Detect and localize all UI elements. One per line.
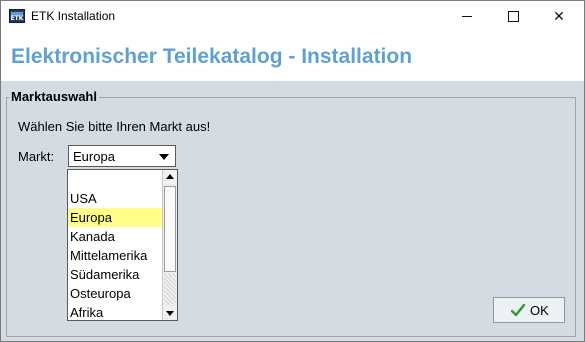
list-item-europa[interactable]: Europa [68,208,163,227]
list-item-suedamerika[interactable]: Südamerika [68,265,163,284]
list-item-afrika[interactable]: Afrika [68,303,163,322]
minimize-button[interactable] [444,1,490,31]
close-icon: ✕ [553,8,565,24]
scrollbar-thumb[interactable] [164,186,176,272]
scrollbar-track[interactable] [164,274,176,304]
scroll-down-button[interactable] [163,306,177,320]
installer-window: ETK ETK Installation ✕ Elektronischer Te… [0,0,585,342]
page-title: Elektronischer Teilekatalog - Installati… [11,45,413,68]
instruction-text: Wählen Sie bitte Ihren Markt aus! [18,119,211,134]
page-header: Elektronischer Teilekatalog - Installati… [1,31,584,81]
market-combobox-value: Europa [73,149,115,164]
window-title: ETK Installation [31,9,116,23]
list-item-usa[interactable]: USA [68,189,163,208]
list-item-kanada[interactable]: Kanada [68,227,163,246]
dropdown-scrollbar[interactable] [162,170,177,320]
arrow-down-icon [166,311,174,316]
list-item-osteuropa[interactable]: Osteuropa [68,284,163,303]
list-item-empty[interactable] [68,170,163,189]
ok-button[interactable]: OK [493,297,565,323]
market-combobox[interactable]: Europa [68,145,176,167]
arrow-up-icon [166,174,174,179]
maximize-button[interactable] [490,1,536,31]
close-button[interactable]: ✕ [536,1,582,31]
market-dropdown-list[interactable]: USA Europa Kanada Mittelamerika Südameri… [67,169,178,321]
list-item-mittelamerika[interactable]: Mittelamerika [68,246,163,265]
etk-app-icon: ETK [9,9,25,23]
ok-button-label: OK [530,303,549,318]
group-legend: Marktauswahl [9,89,99,104]
chevron-down-icon[interactable] [159,154,169,160]
title-bar[interactable]: ETK ETK Installation ✕ [1,1,584,31]
scroll-up-button[interactable] [163,170,177,184]
minimize-icon [462,16,472,17]
content-area: Marktauswahl Wählen Sie bitte Ihren Mark… [1,81,584,341]
app-icon-text: ETK [10,15,24,22]
market-label: Markt: [18,149,55,164]
maximize-icon [508,11,519,22]
check-icon [511,304,525,317]
